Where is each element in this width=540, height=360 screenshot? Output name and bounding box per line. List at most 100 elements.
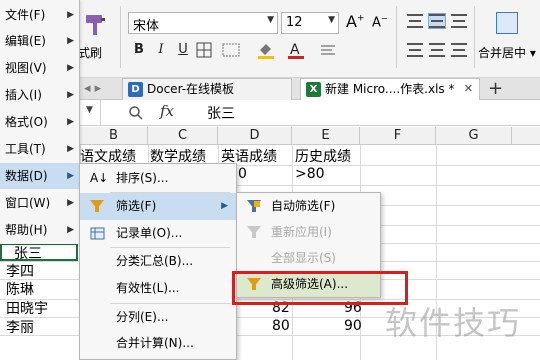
menu-item-insert[interactable]: 插入(I) ▶ (0, 82, 80, 108)
record-form-icon (90, 227, 105, 240)
menu-item-autofilter[interactable]: 自动筛选(F) (237, 194, 380, 219)
column-header[interactable]: G (436, 127, 512, 145)
merge-center-button[interactable]: 合并居中 ▾ (478, 44, 536, 61)
chevron-right-icon: ▶ (67, 10, 74, 20)
font-size-value: 12 (286, 15, 303, 30)
menu-item-label: 视图(V) (5, 61, 47, 75)
watermark: 软件技巧 (385, 304, 522, 342)
menu-item-help[interactable]: 帮助(H) ▶ (0, 217, 80, 243)
zoom-icon[interactable] (128, 105, 144, 121)
cell-name[interactable]: 李丽 (6, 317, 34, 337)
align-bottom-icon[interactable] (451, 14, 467, 28)
ribbon-divider (396, 6, 397, 68)
menu-item-label: 有效性(L)... (116, 281, 180, 295)
italic-button[interactable]: I (152, 40, 170, 60)
format-painter-icon[interactable] (82, 12, 108, 38)
menu-item-file[interactable]: 文件(F) ▶ (0, 2, 80, 28)
docer-icon: D (128, 82, 143, 97)
ribbon-toolbar: 式刷 宋体 ▼ 12 ▼ A+ A− B I U A 合并居中 ▾ (0, 0, 540, 78)
menu-item-label: 筛选(F) (116, 199, 157, 213)
format-painter-label[interactable]: 式刷 (78, 44, 102, 61)
menu-item-label: 重新应用(I) (271, 225, 332, 239)
menu-item-show-all[interactable]: 全部显示(S) (237, 246, 380, 271)
menu-item-label: 合并计算(N)... (116, 336, 194, 350)
menu-item-record-form[interactable]: 记录单(O)... (80, 220, 236, 247)
annotation-highlight-box (232, 271, 408, 305)
column-header[interactable]: E (292, 127, 360, 145)
tab-nav-arrows[interactable]: ◂ ▸ (84, 81, 101, 96)
formula-input[interactable]: 张三 (207, 103, 235, 123)
font-settings-icon[interactable] (318, 42, 338, 58)
font-color-icon[interactable]: A (286, 40, 306, 60)
menu-item-filter[interactable]: 筛选(F) ▶ (80, 193, 236, 220)
alignment-group (404, 12, 474, 62)
column-header-row: B C D E F G (0, 127, 540, 145)
bold-button[interactable]: B (130, 40, 148, 60)
new-tab-button[interactable]: + (488, 78, 503, 99)
align-left-icon[interactable] (407, 43, 423, 57)
menu-item-label: 文件(F) (5, 8, 46, 22)
cell-name[interactable]: 田晓宇 (6, 298, 48, 318)
column-header[interactable]: B (80, 127, 148, 145)
tab-workbook[interactable]: X 新建 Micro....作表.xls * ✕ (300, 78, 480, 100)
font-size-select[interactable]: 12 ▼ (281, 12, 339, 34)
column-header[interactable]: F (360, 127, 436, 145)
font-name-value: 宋体 (133, 19, 160, 34)
chevron-right-icon: ▶ (221, 201, 228, 211)
cell-name[interactable]: 李四 (6, 261, 34, 281)
ribbon-divider (474, 6, 475, 68)
close-icon[interactable]: ✕ (464, 79, 473, 99)
font-name-select[interactable]: 宋体 ▼ (128, 12, 278, 34)
chevron-right-icon: ▶ (67, 36, 74, 46)
menu-item-subtotal[interactable]: 分类汇总(B)... (80, 248, 236, 275)
chevron-down-icon[interactable]: ▼ (86, 105, 93, 115)
menu-item-label: 排序(S)... (116, 171, 169, 185)
menu-item-reapply[interactable]: 重新应用(I) (237, 220, 380, 245)
grow-font-button[interactable]: A+ (346, 12, 365, 31)
function-icon[interactable]: fx (160, 102, 174, 120)
tab-docer[interactable]: D Docer-在线模板 (122, 78, 292, 100)
cell-criteria-english[interactable]: 0 (238, 166, 247, 182)
cell-criteria-history[interactable]: >80 (295, 166, 325, 182)
menu-item-data[interactable]: 数据(D) ▶ (0, 163, 80, 189)
underline-button[interactable]: U (174, 40, 192, 60)
main-menu: 文件(F) ▶ 编辑(E) ▶ 视图(V) ▶ 插入(I) ▶ 格式(O) ▶ 工具(T)… (0, 0, 80, 244)
merge-center-icon[interactable] (496, 12, 518, 34)
align-middle-icon[interactable] (428, 13, 446, 29)
menu-item-consolidate[interactable]: 合并计算(N)... (80, 330, 236, 357)
shrink-font-button[interactable]: A− (372, 14, 388, 30)
cell-value[interactable]: 90 (344, 318, 362, 334)
chevron-down-icon: ▼ (328, 15, 335, 25)
menu-item-edit[interactable]: 编辑(E) ▶ (0, 28, 80, 54)
cell-value[interactable]: 80 (272, 318, 290, 334)
menu-item-label: 数据(D) (5, 169, 48, 183)
align-top-icon[interactable] (407, 14, 423, 28)
menu-item-tools[interactable]: 工具(T) ▶ (0, 136, 80, 162)
align-right-icon[interactable] (451, 43, 467, 57)
sort-icon: A↓ (90, 171, 109, 185)
chevron-down-icon: ▼ (267, 15, 274, 25)
align-center-icon[interactable] (429, 43, 445, 57)
menu-item-label: 帮助(H) (5, 223, 48, 237)
fill-color-icon[interactable] (256, 40, 276, 60)
menu-item-window[interactable]: 窗口(W) ▶ (0, 190, 80, 216)
menu-item-view[interactable]: 视图(V) ▶ (0, 55, 80, 81)
merge-cells-icon[interactable] (222, 42, 242, 58)
menu-item-label: 窗口(W) (5, 196, 51, 210)
cell-header-history[interactable]: 历史成绩 (295, 146, 351, 166)
menu-item-label: 记录单(O)... (116, 226, 183, 240)
borders-icon[interactable] (196, 42, 214, 58)
column-header[interactable]: D (218, 127, 292, 145)
menu-item-format[interactable]: 格式(O) ▶ (0, 109, 80, 135)
excel-icon: X (306, 82, 321, 97)
menu-item-label: 工具(T) (5, 142, 46, 156)
reapply-filter-icon (247, 225, 261, 239)
menu-item-validation[interactable]: 有效性(L)... (80, 275, 236, 302)
column-header[interactable]: C (148, 127, 218, 145)
cell-name[interactable]: 陈琳 (6, 279, 34, 299)
chevron-right-icon: ▶ (67, 198, 74, 208)
cell-name[interactable]: 张三 (14, 243, 42, 263)
formula-bar: ▼ fx 张三 (0, 100, 540, 126)
menu-item-sort[interactable]: A↓ 排序(S)... (80, 165, 236, 192)
menu-item-text-to-columns[interactable]: 分列(E)... (80, 304, 236, 331)
